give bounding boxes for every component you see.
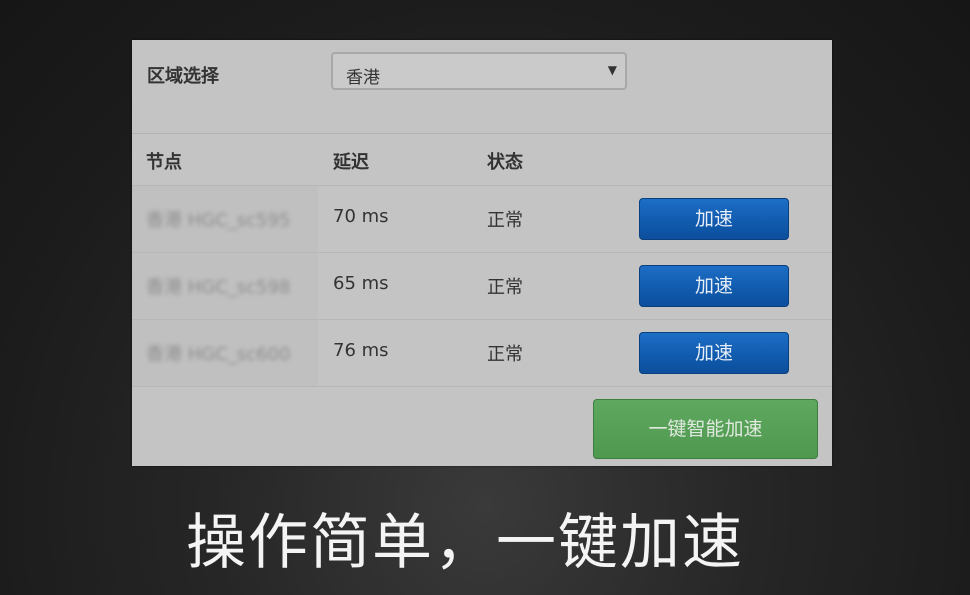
status-value: 正常	[487, 277, 523, 298]
accelerate-button[interactable]: 加速	[639, 198, 789, 240]
table-row: 香港 HGC_sc600 76 ms 正常 加速	[132, 320, 832, 387]
header-status: 状态	[487, 152, 523, 173]
header-latency: 延迟	[333, 152, 369, 173]
slogan-text: 操作简单，一键加速	[186, 508, 744, 578]
latency-value: 76 ms	[333, 340, 389, 361]
latency-value: 65 ms	[333, 273, 389, 294]
triangle-down-icon: ▼	[607, 63, 617, 77]
node-name: 香港 HGC_sc595	[146, 210, 291, 231]
status-value: 正常	[487, 344, 523, 365]
node-cell: 香港 HGC_sc598	[132, 253, 318, 319]
table-row: 香港 HGC_sc598 65 ms 正常 加速	[132, 253, 832, 320]
region-label: 区域选择	[147, 66, 219, 87]
region-selected-value: 香港	[346, 68, 380, 88]
table-row: 香港 HGC_sc595 70 ms 正常 加速	[132, 186, 832, 253]
region-select[interactable]: 香港 ▼	[331, 52, 627, 90]
accelerate-button[interactable]: 加速	[639, 265, 789, 307]
header-node: 节点	[146, 152, 182, 173]
one-key-accelerate-button[interactable]: 一键智能加速	[593, 399, 818, 459]
latency-value: 70 ms	[333, 206, 389, 227]
table-header: 节点 延迟 状态	[132, 134, 832, 186]
status-value: 正常	[487, 210, 523, 231]
accelerator-panel: 区域选择 香港 ▼ 节点 延迟 状态 香港 HGC_sc595 70 ms 正常…	[132, 40, 832, 466]
node-name: 香港 HGC_sc600	[146, 344, 291, 365]
node-cell: 香港 HGC_sc595	[132, 186, 318, 252]
node-name: 香港 HGC_sc598	[146, 277, 291, 298]
node-cell: 香港 HGC_sc600	[132, 320, 318, 386]
node-table: 节点 延迟 状态 香港 HGC_sc595 70 ms 正常 加速 香港 HGC…	[132, 134, 832, 387]
region-row: 区域选择 香港 ▼	[132, 40, 832, 134]
accelerate-button[interactable]: 加速	[639, 332, 789, 374]
